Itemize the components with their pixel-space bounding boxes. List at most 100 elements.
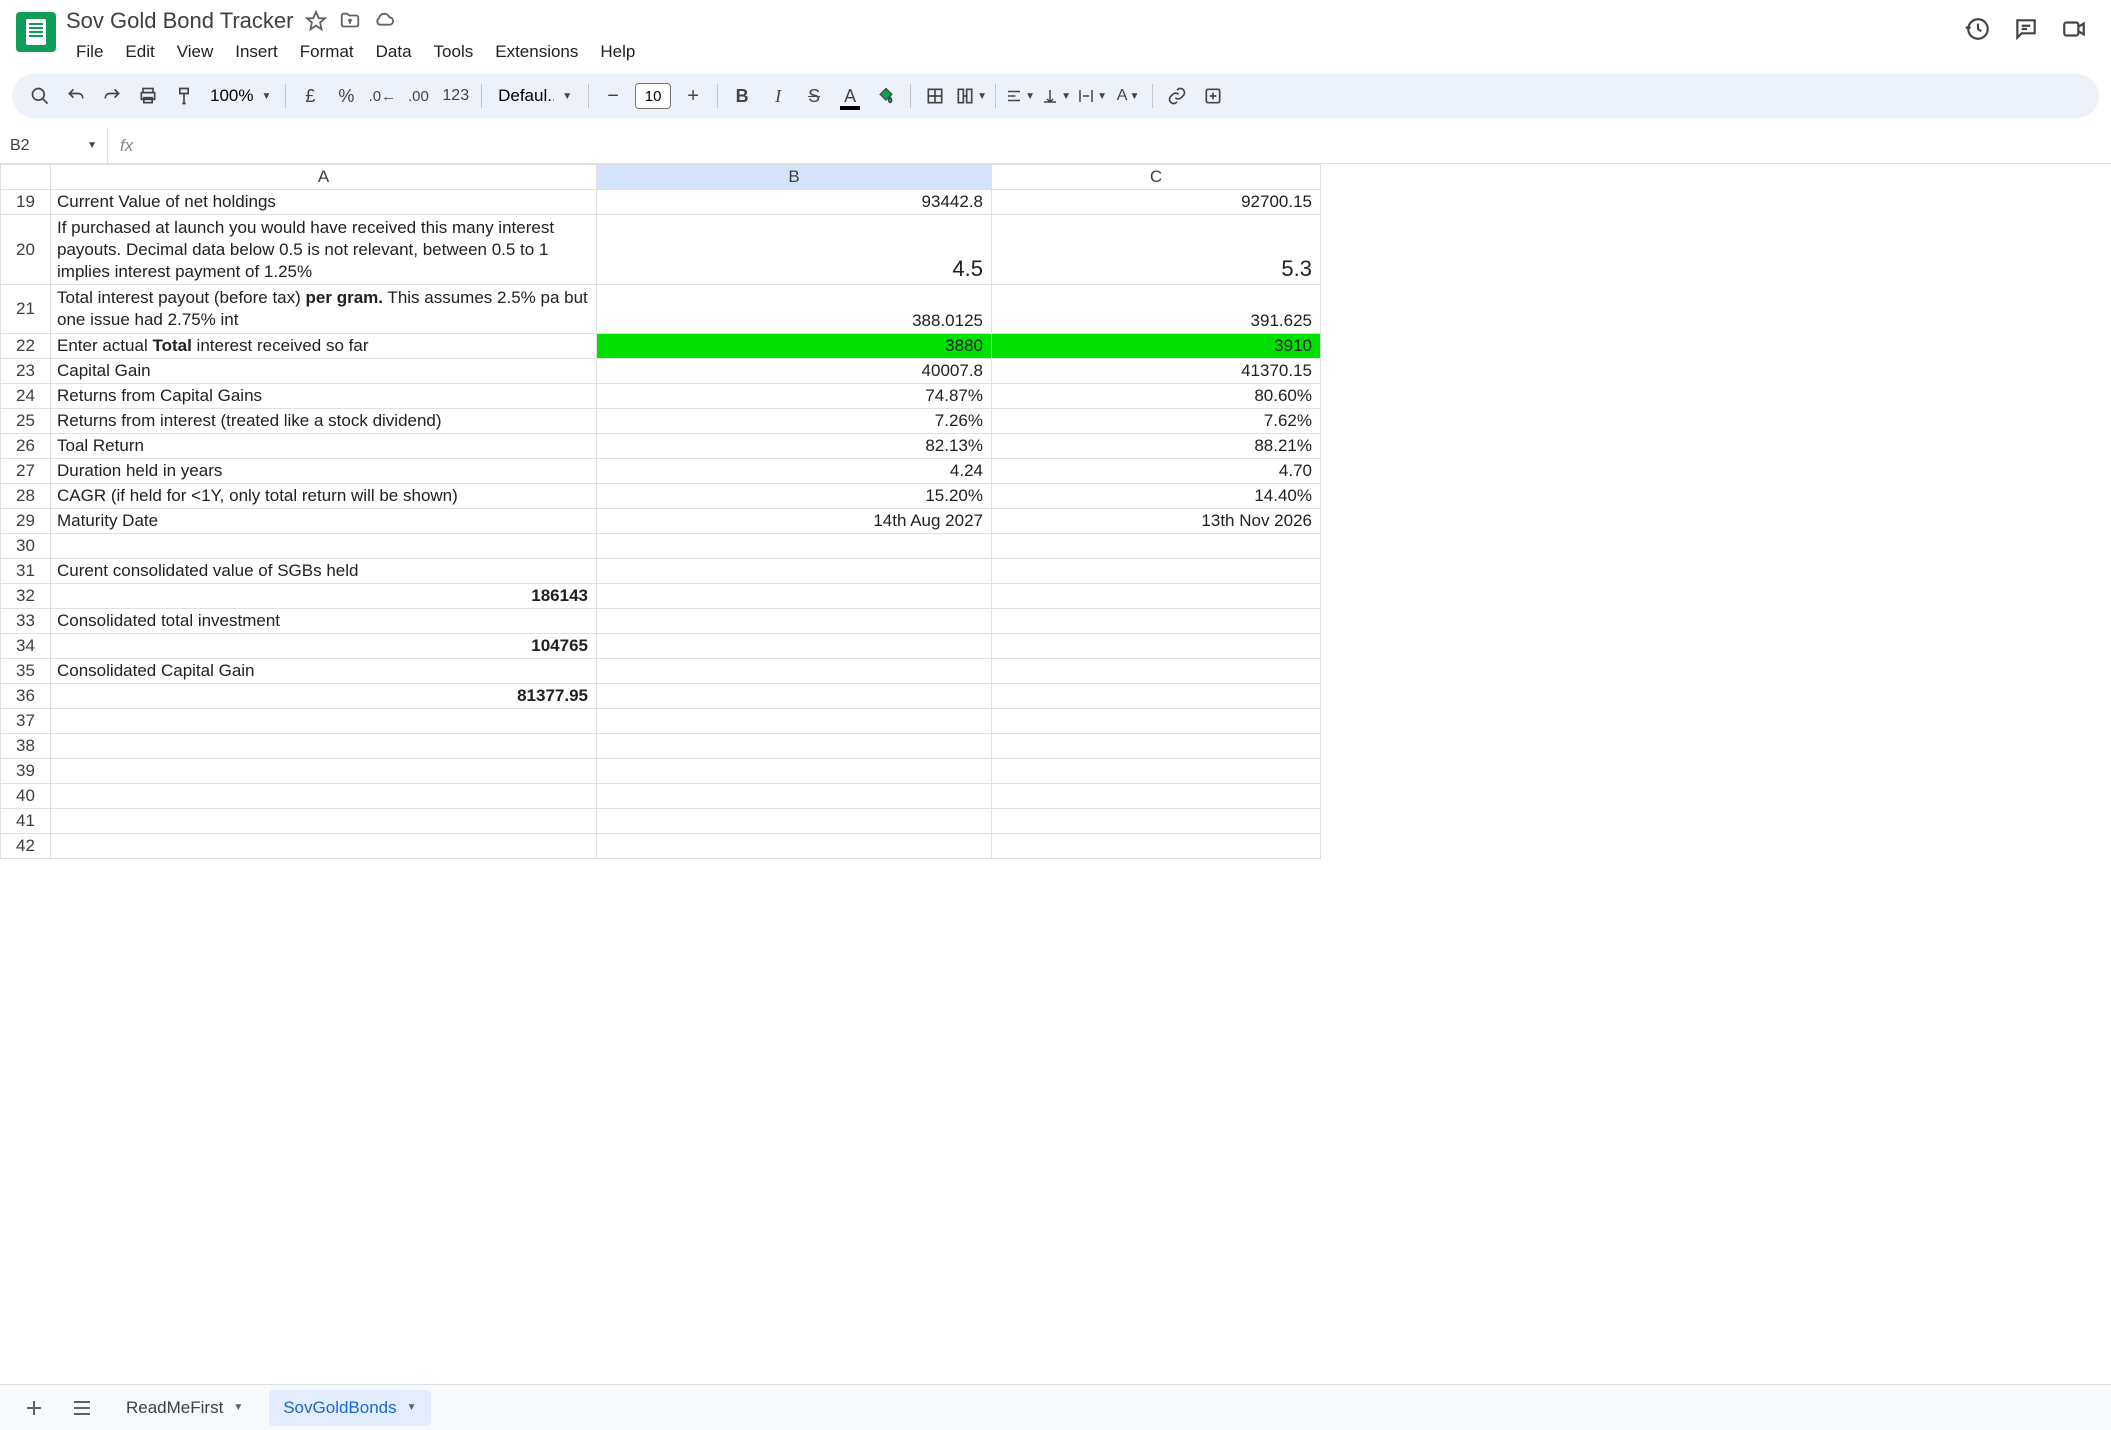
cell[interactable]: 4.70 <box>992 458 1321 483</box>
cell[interactable] <box>992 683 1321 708</box>
increase-decimal-icon[interactable]: .00 <box>402 80 434 112</box>
cell[interactable]: Consolidated total investment <box>51 608 597 633</box>
meet-icon[interactable] <box>2061 16 2087 42</box>
cell[interactable] <box>992 758 1321 783</box>
menu-tools[interactable]: Tools <box>424 38 484 66</box>
menu-format[interactable]: Format <box>290 38 364 66</box>
zoom-select[interactable]: 100%▼ <box>204 86 277 106</box>
cell[interactable] <box>597 733 992 758</box>
row-header[interactable]: 38 <box>1 733 51 758</box>
chevron-down-icon[interactable]: ▼ <box>233 1402 243 1413</box>
row-header[interactable]: 23 <box>1 358 51 383</box>
row-header[interactable]: 22 <box>1 333 51 358</box>
cell[interactable]: Total interest payout (before tax) per g… <box>51 285 597 334</box>
cell[interactable] <box>597 533 992 558</box>
cell[interactable] <box>992 833 1321 858</box>
select-all-corner[interactable] <box>1 165 51 190</box>
undo-icon[interactable] <box>60 80 92 112</box>
cell[interactable]: If purchased at launch you would have re… <box>51 215 597 285</box>
row-header[interactable]: 29 <box>1 508 51 533</box>
cell[interactable] <box>597 783 992 808</box>
cell[interactable] <box>597 708 992 733</box>
link-icon[interactable] <box>1161 80 1193 112</box>
cell[interactable]: 14th Aug 2027 <box>597 508 992 533</box>
menu-insert[interactable]: Insert <box>225 38 288 66</box>
borders-icon[interactable] <box>919 80 951 112</box>
text-color-button[interactable]: A <box>834 80 866 112</box>
all-sheets-icon[interactable] <box>64 1390 100 1426</box>
row-header[interactable]: 25 <box>1 408 51 433</box>
cell[interactable]: 3880 <box>597 333 992 358</box>
fill-color-icon[interactable] <box>870 80 902 112</box>
row-header[interactable]: 24 <box>1 383 51 408</box>
cell[interactable] <box>597 633 992 658</box>
cell[interactable]: 7.62% <box>992 408 1321 433</box>
cell[interactable]: 4.5 <box>597 215 992 285</box>
cell[interactable]: 15.20% <box>597 483 992 508</box>
cell[interactable] <box>597 658 992 683</box>
chevron-down-icon[interactable]: ▼ <box>407 1402 417 1413</box>
menu-view[interactable]: View <box>167 38 224 66</box>
currency-button[interactable]: £ <box>294 80 326 112</box>
row-header[interactable]: 34 <box>1 633 51 658</box>
cell[interactable]: 80.60% <box>992 383 1321 408</box>
row-header[interactable]: 35 <box>1 658 51 683</box>
cell[interactable] <box>597 758 992 783</box>
cell[interactable] <box>51 808 597 833</box>
cell[interactable]: 40007.8 <box>597 358 992 383</box>
row-header[interactable]: 42 <box>1 833 51 858</box>
cell[interactable] <box>597 833 992 858</box>
strikethrough-button[interactable]: S <box>798 80 830 112</box>
row-header[interactable]: 27 <box>1 458 51 483</box>
row-header[interactable]: 30 <box>1 533 51 558</box>
cell[interactable]: Returns from interest (treated like a st… <box>51 408 597 433</box>
menu-file[interactable]: File <box>66 38 113 66</box>
col-header-b[interactable]: B <box>597 165 992 190</box>
bold-button[interactable]: B <box>726 80 758 112</box>
cell[interactable]: 74.87% <box>597 383 992 408</box>
cell[interactable]: Current Value of net holdings <box>51 190 597 215</box>
text-rotation-icon[interactable]: A▼ <box>1112 80 1144 112</box>
row-header[interactable]: 36 <box>1 683 51 708</box>
menu-edit[interactable]: Edit <box>115 38 164 66</box>
move-folder-icon[interactable] <box>339 10 361 32</box>
italic-button[interactable]: I <box>762 80 794 112</box>
print-icon[interactable] <box>132 80 164 112</box>
cell[interactable] <box>992 658 1321 683</box>
menu-extensions[interactable]: Extensions <box>485 38 588 66</box>
format-123-button[interactable]: 123 <box>438 80 473 112</box>
cell[interactable] <box>992 558 1321 583</box>
star-icon[interactable] <box>305 10 327 32</box>
row-header[interactable]: 33 <box>1 608 51 633</box>
cell[interactable] <box>51 758 597 783</box>
cell[interactable] <box>992 708 1321 733</box>
cell[interactable]: 186143 <box>51 583 597 608</box>
cell[interactable] <box>992 808 1321 833</box>
cell[interactable] <box>597 808 992 833</box>
v-align-icon[interactable]: ▼ <box>1040 80 1072 112</box>
spreadsheet-grid[interactable]: A B C 19Current Value of net holdings934… <box>0 164 2111 859</box>
cell[interactable]: 4.24 <box>597 458 992 483</box>
insert-comment-icon[interactable] <box>1197 80 1229 112</box>
cloud-status-icon[interactable] <box>373 10 395 32</box>
cell[interactable] <box>51 833 597 858</box>
cell[interactable] <box>51 708 597 733</box>
cell[interactable]: 13th Nov 2026 <box>992 508 1321 533</box>
row-header[interactable]: 32 <box>1 583 51 608</box>
cell[interactable]: 88.21% <box>992 433 1321 458</box>
row-header[interactable]: 28 <box>1 483 51 508</box>
row-header[interactable]: 19 <box>1 190 51 215</box>
redo-icon[interactable] <box>96 80 128 112</box>
cell[interactable]: 92700.15 <box>992 190 1321 215</box>
paint-format-icon[interactable] <box>168 80 200 112</box>
sheet-tab-readmefirst[interactable]: ReadMeFirst▼ <box>112 1390 257 1426</box>
cell[interactable]: Consolidated Capital Gain <box>51 658 597 683</box>
row-header[interactable]: 40 <box>1 783 51 808</box>
cell[interactable]: 104765 <box>51 633 597 658</box>
cell[interactable] <box>597 608 992 633</box>
percent-button[interactable]: % <box>330 80 362 112</box>
cell[interactable]: 41370.15 <box>992 358 1321 383</box>
cell[interactable]: 388.0125 <box>597 285 992 334</box>
font-select[interactable]: Defaul...▼ <box>490 86 580 106</box>
col-header-a[interactable]: A <box>51 165 597 190</box>
